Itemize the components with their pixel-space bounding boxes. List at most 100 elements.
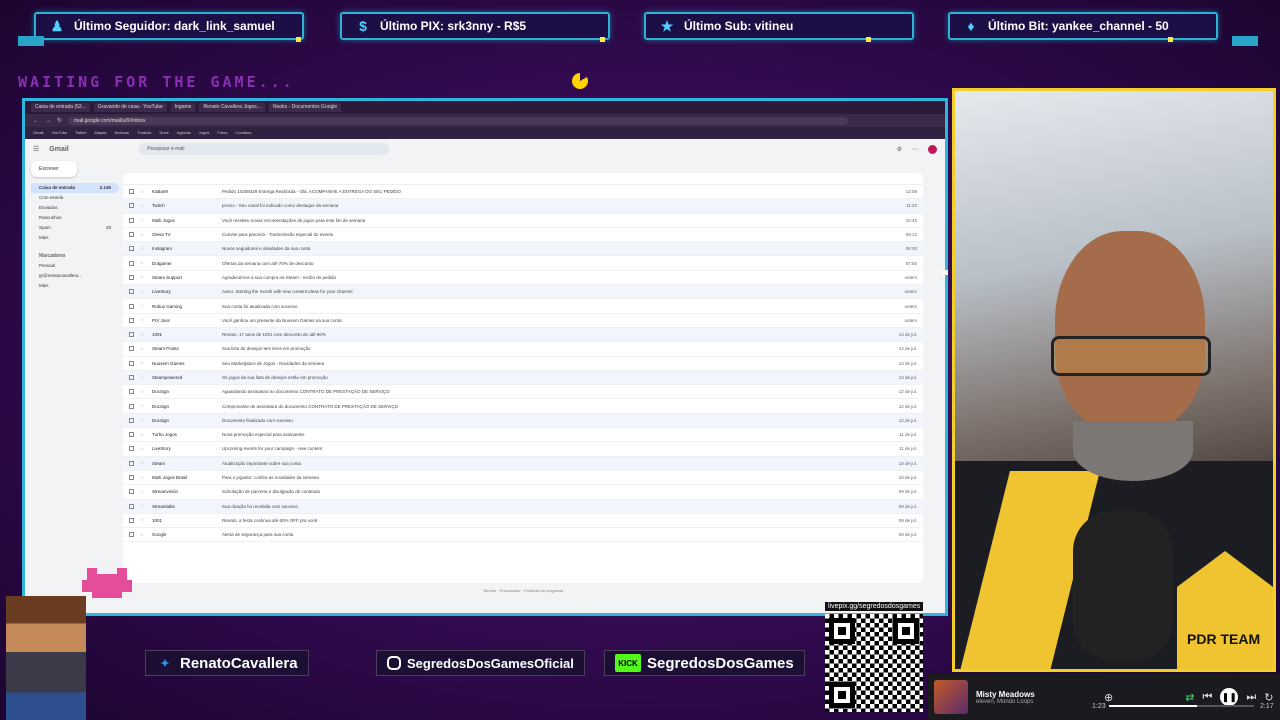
avatar[interactable] xyxy=(928,144,937,154)
star-icon[interactable]: ☆ xyxy=(140,532,146,538)
star-icon[interactable]: ☆ xyxy=(140,403,146,409)
back-icon[interactable]: ← xyxy=(33,118,39,124)
bookmark[interactable]: Fotos xyxy=(217,130,227,136)
star-icon[interactable]: ☆ xyxy=(140,260,146,266)
browser-tab[interactable]: Gravando de casa - YouTube xyxy=(93,103,167,112)
reload-icon[interactable]: ↻ xyxy=(57,117,62,124)
email-row[interactable]: ☆ Steam Points Sua lista de desejos tem it… xyxy=(123,342,923,357)
row-checkbox[interactable] xyxy=(129,332,134,338)
row-checkbox[interactable] xyxy=(129,489,134,495)
settings-icon[interactable]: ⚙ xyxy=(897,146,902,153)
row-checkbox[interactable] xyxy=(129,289,134,295)
bookmark[interactable]: Jogos xyxy=(199,130,210,136)
email-row[interactable]: ☆ LiveStory Aviso: Starting the month with… xyxy=(123,285,923,300)
row-checkbox[interactable] xyxy=(129,503,134,509)
email-row[interactable]: ☆ Robux Gaming Sua conta foi atualizada co… xyxy=(123,299,923,314)
row-checkbox[interactable] xyxy=(129,446,134,452)
next-icon[interactable]: ⏭ xyxy=(1246,691,1256,704)
browser-tab[interactable]: Caixa de entrada (52... xyxy=(31,103,90,112)
star-icon[interactable]: ☆ xyxy=(140,274,146,280)
nav-starred[interactable]: Com estrela xyxy=(31,193,119,203)
label-item[interactable]: Mais xyxy=(31,281,119,291)
forward-icon[interactable]: → xyxy=(45,118,51,124)
bookmark[interactable]: Mapas xyxy=(95,130,107,136)
email-row[interactable]: ☆ Gleva TV Convite para parceria - Transmi… xyxy=(123,228,923,243)
email-row[interactable]: ☆ DocSign Aguardando assinatura no documen… xyxy=(123,385,923,400)
bookmark[interactable]: Traduzir xyxy=(137,130,152,136)
row-checkbox[interactable] xyxy=(129,475,134,481)
row-checkbox[interactable] xyxy=(129,217,134,223)
email-row[interactable]: ☆ Steampowered Os jogos da sua lista de de… xyxy=(123,370,923,386)
row-checkbox[interactable] xyxy=(129,403,134,409)
star-icon[interactable]: ☆ xyxy=(140,432,146,438)
nav-sent[interactable]: Enviados xyxy=(31,203,119,213)
email-row[interactable]: ☆ Nuuvem Games Seu Marketplace de Jogos - … xyxy=(123,357,923,371)
star-icon[interactable]: ☆ xyxy=(140,346,146,352)
star-icon[interactable]: ☆ xyxy=(140,375,146,381)
browser-tab[interactable]: Ingame xyxy=(170,103,196,112)
star-icon[interactable]: ☆ xyxy=(140,517,146,523)
email-row[interactable]: ☆ Twitch promo - Seu canal foi indicado co… xyxy=(123,199,923,214)
star-icon[interactable]: ☆ xyxy=(140,417,146,423)
apps-icon[interactable]: ⋯ xyxy=(912,146,918,153)
email-row[interactable]: ☆ Steam Support Agradecemos a sua compra n… xyxy=(123,271,923,286)
row-checkbox[interactable] xyxy=(129,417,134,423)
email-row[interactable]: ☆ PIX Jovs Você ganhou um presente da Nuuv… xyxy=(123,314,923,328)
nav-more[interactable]: Mais xyxy=(31,233,119,243)
email-row[interactable]: ☆ Streamvisión Solicitação de parceria e d… xyxy=(123,485,923,500)
label-item[interactable]: Pessoal xyxy=(31,261,119,271)
star-icon[interactable]: ☆ xyxy=(140,217,146,223)
star-icon[interactable]: ☆ xyxy=(140,289,146,295)
email-row[interactable]: ☆ 1001 Renato, 17 anos de 1001 com descont… xyxy=(123,327,923,343)
bookmark[interactable]: Drive xyxy=(160,130,169,136)
star-icon[interactable]: ☆ xyxy=(140,460,146,466)
progress-bar[interactable] xyxy=(1109,705,1254,707)
row-checkbox[interactable] xyxy=(129,432,134,438)
menu-icon[interactable]: ☰ xyxy=(33,145,39,153)
row-checkbox[interactable] xyxy=(129,360,134,366)
row-checkbox[interactable] xyxy=(129,389,134,395)
star-icon[interactable]: ☆ xyxy=(140,246,146,252)
row-checkbox[interactable] xyxy=(129,317,134,323)
row-checkbox[interactable] xyxy=(129,375,134,380)
row-checkbox[interactable] xyxy=(129,246,134,252)
bookmark[interactable]: Twitch xyxy=(75,130,86,136)
email-row[interactable]: ☆ DocSign Comprovante de assinatura do doc… xyxy=(123,399,923,414)
gmail-logo[interactable]: Gmail xyxy=(49,146,129,153)
star-icon[interactable]: ☆ xyxy=(140,475,146,481)
row-checkbox[interactable] xyxy=(129,274,134,280)
row-checkbox[interactable] xyxy=(129,517,134,523)
star-icon[interactable]: ☆ xyxy=(140,303,146,309)
email-row[interactable]: ☆ Multi Jogos Brasil Para o jogador: confi… xyxy=(123,471,923,486)
email-row[interactable]: ☆ Instagram Novos seguidores e atividades … xyxy=(123,242,923,257)
nav-spam[interactable]: Spam 28 xyxy=(31,223,119,233)
add-icon[interactable]: ⊕ xyxy=(1104,691,1113,704)
row-checkbox[interactable] xyxy=(129,189,134,195)
email-row[interactable]: ☆ Turbo Jogos Nova promoção especial para … xyxy=(123,428,923,443)
row-checkbox[interactable] xyxy=(129,232,134,238)
email-row[interactable]: ☆ KaBuM! Pedido 14308329 Entrega Realizada… xyxy=(123,185,923,200)
email-row[interactable]: ☆ Multi Jogos Você recebeu novas recomenda… xyxy=(123,214,923,228)
search-input[interactable]: Pesquisar e-mail xyxy=(139,143,390,155)
bookmark[interactable]: YouTube xyxy=(51,130,67,136)
browser-tab[interactable]: Nooks - Documentos Google xyxy=(268,103,342,112)
bookmark[interactable]: Agenda xyxy=(177,130,191,136)
row-checkbox[interactable] xyxy=(129,532,134,538)
previous-icon[interactable]: ⏮ xyxy=(1202,691,1212,704)
star-icon[interactable]: ☆ xyxy=(140,332,146,338)
star-icon[interactable]: ☆ xyxy=(140,360,146,366)
row-checkbox[interactable] xyxy=(129,346,134,352)
star-icon[interactable]: ☆ xyxy=(140,389,146,395)
star-icon[interactable]: ☆ xyxy=(140,503,146,509)
star-icon[interactable]: ☆ xyxy=(140,317,146,323)
star-icon[interactable]: ☆ xyxy=(140,232,146,238)
url-input[interactable]: mail.google.com/mail/u/0/#inbox xyxy=(68,116,849,125)
nav-inbox[interactable]: Caixa de entrada 2.145 xyxy=(31,183,119,193)
row-checkbox[interactable] xyxy=(129,460,134,466)
row-checkbox[interactable] xyxy=(129,203,134,209)
pause-button[interactable]: ❚❚ xyxy=(1220,688,1239,706)
star-icon[interactable]: ☆ xyxy=(140,446,146,452)
bookmark[interactable]: Gmail xyxy=(33,130,43,136)
email-row[interactable]: ☆ Steam Atualização importante sobre sua c… xyxy=(123,456,923,471)
email-row[interactable]: ☆ LiveStory Upcoming events for your campa… xyxy=(123,442,923,457)
